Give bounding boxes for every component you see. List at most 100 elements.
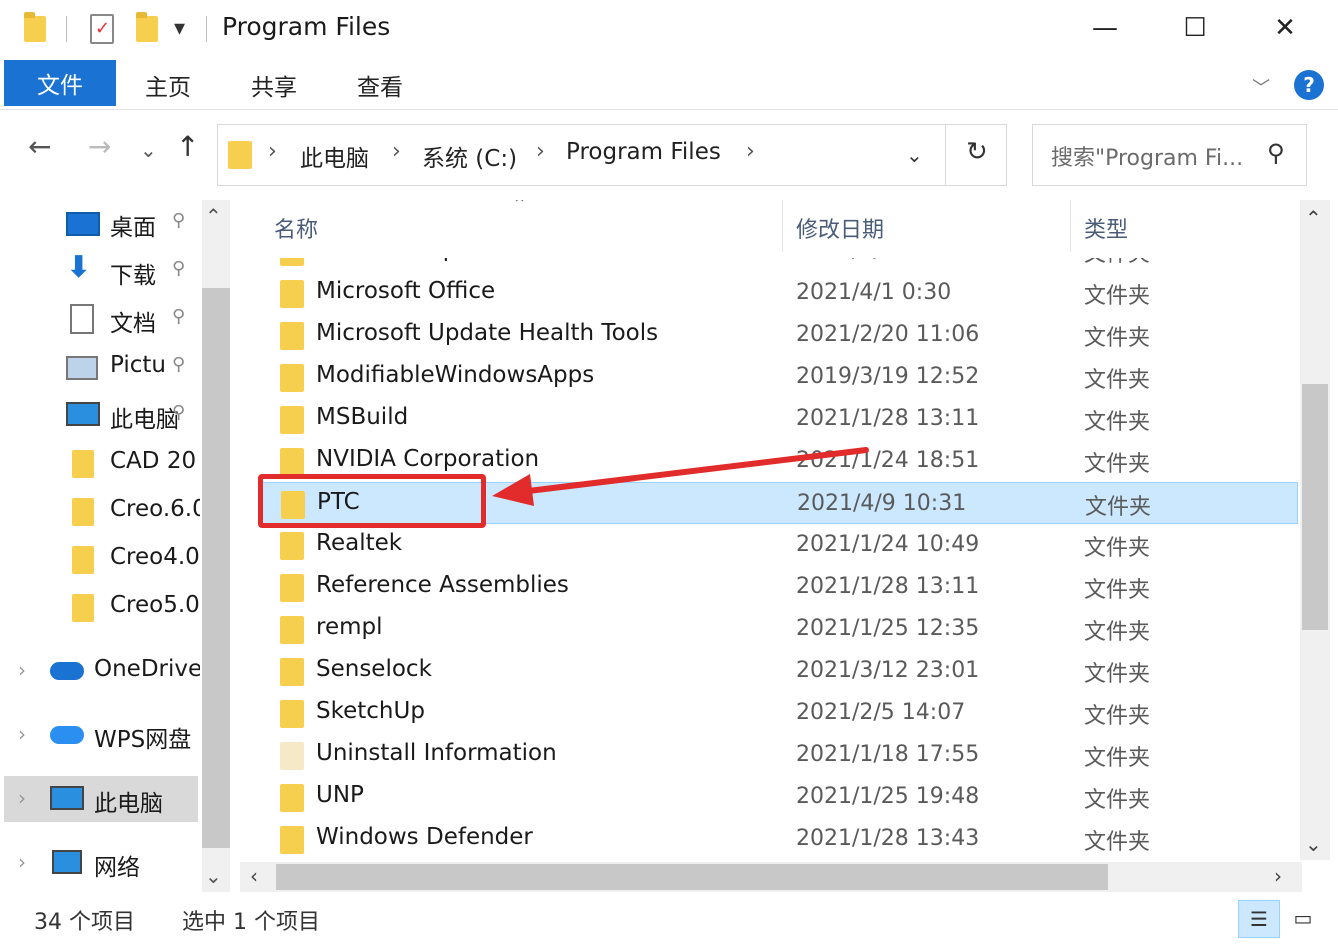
sidebar-item-this-pc[interactable]: › 此电脑 xyxy=(0,778,200,822)
file-list: 名称 ⌃ 修改日期 类型 Internet Explorer 2021/3/25… xyxy=(240,200,1302,860)
recent-locations-icon[interactable]: ⌄ xyxy=(140,138,157,162)
download-icon: ⬇ xyxy=(66,250,92,285)
sidebar-item-onedrive[interactable]: › OneDrive xyxy=(0,650,200,694)
sidebar-item-cad[interactable]: CAD 20 xyxy=(0,442,200,486)
tab-home[interactable]: 主页 xyxy=(132,62,204,108)
table-row[interactable]: Reference Assemblies 2021/1/28 13:11 文件夹 xyxy=(260,566,1298,608)
address-bar[interactable]: › 此电脑 › 系统 (C:) › Program Files › ⌄ ↻ xyxy=(217,124,1007,186)
table-row[interactable]: rempl 2021/1/25 12:35 文件夹 xyxy=(260,608,1298,650)
column-header-date[interactable]: 修改日期 xyxy=(796,212,884,244)
file-type: 文件夹 xyxy=(1084,410,1151,435)
breadcrumb-this-pc[interactable]: 此电脑 xyxy=(300,139,369,173)
folder-icon xyxy=(72,498,94,526)
details-view-icon[interactable]: ☰ xyxy=(1238,900,1280,938)
tab-share[interactable]: 共享 xyxy=(238,62,310,108)
column-divider[interactable] xyxy=(1070,200,1071,252)
folder-icon xyxy=(280,280,304,308)
ribbon-tabs: 文件 主页 共享 查看 ﹀ ? xyxy=(0,58,1338,110)
chevron-right-icon[interactable]: › xyxy=(392,139,401,164)
folder-icon xyxy=(280,658,304,686)
file-list-scroll-thumb[interactable] xyxy=(1302,384,1328,630)
expand-icon[interactable]: › xyxy=(18,786,26,810)
sidebar-item-creo6[interactable]: Creo.6.0 xyxy=(0,490,200,534)
separator xyxy=(66,16,67,42)
table-row[interactable]: UNP 2021/1/25 19:48 文件夹 xyxy=(260,776,1298,818)
back-button[interactable]: ← xyxy=(28,130,51,163)
sidebar-item-pictures[interactable]: Pictu ⚲ xyxy=(0,346,200,390)
properties-icon[interactable]: ✓ xyxy=(90,14,114,44)
sidebar-item-creo5[interactable]: Creo5.0 xyxy=(0,586,200,630)
sidebar-item-label: WPS网盘 xyxy=(94,727,192,753)
selected-count: 选中 1 个项目 xyxy=(182,910,320,935)
search-input[interactable]: 搜索"Program Fi... ⚲ xyxy=(1032,124,1307,186)
table-row[interactable]: Realtek 2021/1/24 10:49 文件夹 xyxy=(260,524,1298,566)
computer-icon xyxy=(50,786,84,810)
scroll-left-icon[interactable]: ‹ xyxy=(250,864,258,888)
table-row[interactable]: Microsoft Office 2021/4/1 0:30 文件夹 xyxy=(260,272,1298,314)
forward-button[interactable]: → xyxy=(88,130,111,163)
file-type: 文件夹 xyxy=(1084,830,1151,855)
tab-view[interactable]: 查看 xyxy=(344,62,416,108)
chevron-right-icon[interactable]: › xyxy=(536,139,545,164)
horizontal-scroll-thumb[interactable] xyxy=(276,864,1108,890)
search-icon[interactable]: ⚲ xyxy=(1267,139,1285,167)
table-row[interactable]: Uninstall Information 2021/1/18 17:55 文件夹 xyxy=(260,734,1298,776)
close-button[interactable]: ✕ xyxy=(1240,0,1330,56)
breadcrumb-system-c[interactable]: 系统 (C:) xyxy=(422,139,517,173)
file-date: 2021/3/12 23:01 xyxy=(796,658,980,683)
expand-icon[interactable]: › xyxy=(18,850,26,874)
file-date: 2021/4/1 0:30 xyxy=(796,280,952,305)
quick-access-dropdown-icon[interactable]: ▾ xyxy=(174,16,185,41)
scroll-down-icon[interactable]: ⌄ xyxy=(1305,832,1322,856)
sidebar-item-desktop[interactable]: 桌面 ⚲ xyxy=(0,202,200,246)
minimize-button[interactable]: — xyxy=(1060,0,1150,56)
separator xyxy=(945,125,946,185)
file-name: rempl xyxy=(316,614,383,640)
scroll-up-icon[interactable]: ⌃ xyxy=(1305,206,1322,230)
table-row[interactable]: Senselock 2021/3/12 23:01 文件夹 xyxy=(260,650,1298,692)
sidebar-item-this-pc-pinned[interactable]: 此电脑 ⚲ xyxy=(0,394,200,438)
sidebar-item-network[interactable]: › 网络 xyxy=(0,842,200,886)
separator xyxy=(206,16,207,42)
expand-icon[interactable]: › xyxy=(18,658,26,682)
table-row[interactable]: MSBuild 2021/1/28 13:11 文件夹 xyxy=(260,398,1298,440)
table-row[interactable]: Microsoft Update Health Tools 2021/2/20 1… xyxy=(260,314,1298,356)
chevron-right-icon[interactable]: › xyxy=(268,139,277,164)
address-dropdown-icon[interactable]: ⌄ xyxy=(906,143,923,167)
folder-icon[interactable] xyxy=(24,12,46,42)
new-folder-icon[interactable] xyxy=(136,12,158,42)
sidebar-item-label: 桌面 xyxy=(110,215,156,241)
sidebar-item-documents[interactable]: 文档 ⚲ xyxy=(0,298,200,342)
expand-icon[interactable]: › xyxy=(18,722,26,746)
table-row[interactable]: ModifiableWindowsApps 2019/3/19 12:52 文件夹 xyxy=(260,356,1298,398)
help-icon[interactable]: ? xyxy=(1294,70,1324,100)
file-type: 文件夹 xyxy=(1084,284,1151,309)
pin-icon: ⚲ xyxy=(172,402,186,423)
up-button[interactable]: ↑ xyxy=(176,130,199,163)
scroll-up-icon[interactable]: ⌃ xyxy=(205,204,222,228)
column-divider[interactable] xyxy=(782,200,783,252)
refresh-icon[interactable]: ↻ xyxy=(966,137,988,167)
file-name: Senselock xyxy=(316,656,432,682)
sidebar-item-creo4[interactable]: Creo4.0 xyxy=(0,538,200,582)
file-name: Windows Defender xyxy=(316,824,533,850)
sidebar-item-wps[interactable]: › WPS网盘 xyxy=(0,714,200,758)
column-header-type[interactable]: 类型 xyxy=(1084,212,1128,244)
chevron-right-icon[interactable]: › xyxy=(746,139,755,164)
large-icons-view-icon[interactable]: ▭ xyxy=(1288,904,1318,932)
table-row[interactable]: Windows Defender 2021/1/28 13:43 文件夹 xyxy=(260,818,1298,860)
file-type: 文件夹 xyxy=(1084,326,1151,351)
computer-icon xyxy=(66,402,100,426)
expand-ribbon-icon[interactable]: ﹀ xyxy=(1252,74,1270,100)
maximize-button[interactable]: ☐ xyxy=(1150,0,1240,56)
file-name: Uninstall Information xyxy=(316,740,557,766)
scroll-down-icon[interactable]: ⌄ xyxy=(205,864,222,888)
sidebar-item-downloads[interactable]: ⬇ 下载 ⚲ xyxy=(0,250,200,294)
scroll-right-icon[interactable]: › xyxy=(1274,864,1282,888)
sidebar-scroll-thumb[interactable] xyxy=(202,288,230,848)
pin-icon: ⚲ xyxy=(172,258,186,279)
column-header-name[interactable]: 名称 xyxy=(274,212,318,244)
breadcrumb-program-files[interactable]: Program Files xyxy=(566,139,721,165)
tab-file[interactable]: 文件 xyxy=(4,60,116,106)
table-row[interactable]: SketchUp 2021/2/5 14:07 文件夹 xyxy=(260,692,1298,734)
